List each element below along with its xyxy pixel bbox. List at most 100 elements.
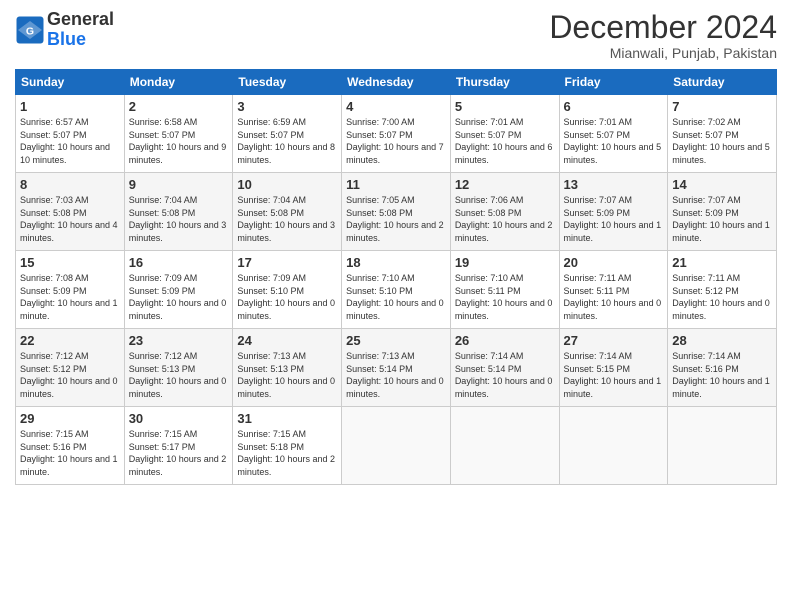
calendar-cell: 28 Sunrise: 7:14 AMSunset: 5:16 PMDayligh… [668,329,777,407]
cell-text: Sunrise: 7:12 AMSunset: 5:12 PMDaylight:… [20,351,118,399]
col-thursday: Thursday [450,70,559,95]
page: G General Blue December 2024 Mianwali, P… [0,0,792,612]
cell-text: Sunrise: 7:09 AMSunset: 5:10 PMDaylight:… [237,273,335,321]
calendar-week-row: 22 Sunrise: 7:12 AMSunset: 5:12 PMDayligh… [16,329,777,407]
header-row: Sunday Monday Tuesday Wednesday Thursday… [16,70,777,95]
calendar-cell: 13 Sunrise: 7:07 AMSunset: 5:09 PMDayligh… [559,173,668,251]
calendar-cell: 23Sunrise: 7:12 AMSunset: 5:13 PMDayligh… [124,329,233,407]
calendar-cell: 30 Sunrise: 7:15 AMSunset: 5:17 PMDayligh… [124,407,233,485]
cell-text: Sunrise: 7:04 AMSunset: 5:08 PMDaylight:… [129,195,227,243]
day-number: 22 [20,333,120,348]
day-number: 18 [346,255,446,270]
calendar-cell: 25Sunrise: 7:13 AMSunset: 5:14 PMDayligh… [342,329,451,407]
cell-text: Sunrise: 7:00 AMSunset: 5:07 PMDaylight:… [346,117,444,165]
day-number: 1 [20,99,120,114]
calendar-cell: 17 Sunrise: 7:09 AMSunset: 5:10 PMDayligh… [233,251,342,329]
calendar-week-row: 29 Sunrise: 7:15 AMSunset: 5:16 PMDayligh… [16,407,777,485]
day-number: 27 [564,333,664,348]
calendar-cell: 1 Sunrise: 6:57 AMSunset: 5:07 PMDaylight… [16,95,125,173]
calendar-cell: 21 Sunrise: 7:11 AMSunset: 5:12 PMDayligh… [668,251,777,329]
calendar-cell: 11 Sunrise: 7:05 AMSunset: 5:08 PMDayligh… [342,173,451,251]
cell-text: Sunrise: 7:02 AMSunset: 5:07 PMDaylight:… [672,117,770,165]
cell-text: Sunrise: 7:07 AMSunset: 5:09 PMDaylight:… [564,195,662,243]
calendar-cell: 19 Sunrise: 7:10 AMSunset: 5:11 PMDayligh… [450,251,559,329]
day-number: 26 [455,333,555,348]
calendar-cell [668,407,777,485]
cell-text: Sunrise: 7:10 AMSunset: 5:11 PMDaylight:… [455,273,553,321]
day-number: 4 [346,99,446,114]
col-monday: Monday [124,70,233,95]
cell-text: Sunrise: 6:57 AMSunset: 5:07 PMDaylight:… [20,117,110,165]
cell-text: Sunrise: 7:03 AMSunset: 5:08 PMDaylight:… [20,195,118,243]
day-number: 29 [20,411,120,426]
day-number: 14 [672,177,772,192]
calendar-cell: 29 Sunrise: 7:15 AMSunset: 5:16 PMDayligh… [16,407,125,485]
title-block: December 2024 Mianwali, Punjab, Pakistan [549,10,777,61]
day-number: 10 [237,177,337,192]
cell-text: Sunrise: 7:11 AMSunset: 5:12 PMDaylight:… [672,273,770,321]
cell-text: Sunrise: 6:58 AMSunset: 5:07 PMDaylight:… [129,117,227,165]
calendar-cell [559,407,668,485]
calendar-cell: 27 Sunrise: 7:14 AMSunset: 5:15 PMDayligh… [559,329,668,407]
location-title: Mianwali, Punjab, Pakistan [549,45,777,61]
calendar-cell: 15Sunrise: 7:08 AMSunset: 5:09 PMDayligh… [16,251,125,329]
cell-text: Sunrise: 7:09 AMSunset: 5:09 PMDaylight:… [129,273,227,321]
calendar-cell: 10Sunrise: 7:04 AMSunset: 5:08 PMDayligh… [233,173,342,251]
calendar-week-row: 8Sunrise: 7:03 AMSunset: 5:08 PMDaylight… [16,173,777,251]
day-number: 31 [237,411,337,426]
calendar-week-row: 1 Sunrise: 6:57 AMSunset: 5:07 PMDaylight… [16,95,777,173]
day-number: 23 [129,333,229,348]
logo-text: General Blue [47,10,114,50]
logo-blue: Blue [47,29,86,49]
cell-text: Sunrise: 7:05 AMSunset: 5:08 PMDaylight:… [346,195,444,243]
cell-text: Sunrise: 7:14 AMSunset: 5:15 PMDaylight:… [564,351,662,399]
month-title: December 2024 [549,10,777,45]
cell-text: Sunrise: 7:11 AMSunset: 5:11 PMDaylight:… [564,273,662,321]
calendar-cell: 12 Sunrise: 7:06 AMSunset: 5:08 PMDayligh… [450,173,559,251]
calendar-cell: 24 Sunrise: 7:13 AMSunset: 5:13 PMDayligh… [233,329,342,407]
day-number: 9 [129,177,229,192]
day-number: 3 [237,99,337,114]
cell-text: Sunrise: 7:15 AMSunset: 5:18 PMDaylight:… [237,429,335,477]
day-number: 2 [129,99,229,114]
cell-text: Sunrise: 7:15 AMSunset: 5:16 PMDaylight:… [20,429,118,477]
col-wednesday: Wednesday [342,70,451,95]
day-number: 21 [672,255,772,270]
cell-text: Sunrise: 7:13 AMSunset: 5:13 PMDaylight:… [237,351,335,399]
cell-text: Sunrise: 7:01 AMSunset: 5:07 PMDaylight:… [455,117,553,165]
calendar-cell: 4 Sunrise: 7:00 AMSunset: 5:07 PMDaylight… [342,95,451,173]
calendar-cell: 3Sunrise: 6:59 AMSunset: 5:07 PMDaylight… [233,95,342,173]
calendar-cell: 16 Sunrise: 7:09 AMSunset: 5:09 PMDayligh… [124,251,233,329]
day-number: 5 [455,99,555,114]
col-tuesday: Tuesday [233,70,342,95]
day-number: 11 [346,177,446,192]
day-number: 7 [672,99,772,114]
calendar-cell: 2 Sunrise: 6:58 AMSunset: 5:07 PMDaylight… [124,95,233,173]
day-number: 19 [455,255,555,270]
calendar-cell: 7 Sunrise: 7:02 AMSunset: 5:07 PMDaylight… [668,95,777,173]
cell-text: Sunrise: 7:14 AMSunset: 5:16 PMDaylight:… [672,351,770,399]
cell-text: Sunrise: 7:13 AMSunset: 5:14 PMDaylight:… [346,351,444,399]
calendar-cell: 18Sunrise: 7:10 AMSunset: 5:10 PMDayligh… [342,251,451,329]
day-number: 16 [129,255,229,270]
calendar-cell: 26Sunrise: 7:14 AMSunset: 5:14 PMDayligh… [450,329,559,407]
day-number: 30 [129,411,229,426]
day-number: 12 [455,177,555,192]
cell-text: Sunrise: 7:15 AMSunset: 5:17 PMDaylight:… [129,429,227,477]
day-number: 6 [564,99,664,114]
day-number: 17 [237,255,337,270]
logo: G General Blue [15,10,114,50]
calendar-cell: 5 Sunrise: 7:01 AMSunset: 5:07 PMDaylight… [450,95,559,173]
day-number: 13 [564,177,664,192]
cell-text: Sunrise: 7:06 AMSunset: 5:08 PMDaylight:… [455,195,553,243]
header: G General Blue December 2024 Mianwali, P… [15,10,777,61]
col-friday: Friday [559,70,668,95]
day-number: 24 [237,333,337,348]
col-saturday: Saturday [668,70,777,95]
calendar-cell: 14 Sunrise: 7:07 AMSunset: 5:09 PMDayligh… [668,173,777,251]
calendar-week-row: 15Sunrise: 7:08 AMSunset: 5:09 PMDayligh… [16,251,777,329]
svg-text:G: G [26,25,34,37]
day-number: 28 [672,333,772,348]
col-sunday: Sunday [16,70,125,95]
cell-text: Sunrise: 7:07 AMSunset: 5:09 PMDaylight:… [672,195,770,243]
